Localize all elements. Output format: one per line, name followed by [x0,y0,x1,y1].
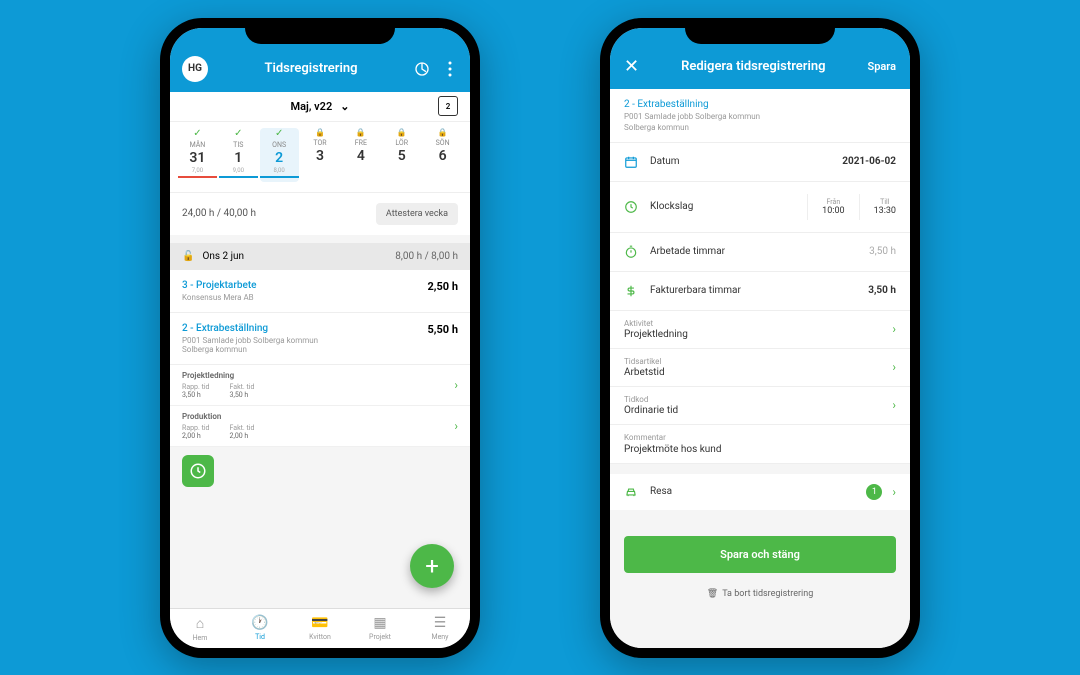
activity-value: Projektledning [624,329,688,340]
day-sön[interactable]: 🔒SÖN6 [423,128,462,182]
phone-notch [245,18,395,44]
calendar-icon [624,155,640,169]
article-row[interactable]: Tidsartikel Arbetstid › [610,349,910,387]
day-ons[interactable]: ✓ONS28,00 [260,128,299,182]
time-entry[interactable]: 2,50 h3 - ProjektarbeteKonsensus Mera AB [170,270,470,313]
calendar-icon[interactable]: 2 [438,96,458,116]
week-label: Maj, v22 [291,100,333,113]
timer-icon [624,245,640,259]
add-button[interactable]: + [410,544,454,588]
content-right: 2 - Extrabeställning P001 Samlade jobb S… [610,89,910,648]
chevron-right-icon: › [892,322,896,336]
project-title: 2 - Extrabeställning [624,99,896,110]
project-info: 2 - Extrabeställning P001 Samlade jobb S… [610,89,910,143]
day-tis[interactable]: ✓TIS19,00 [219,128,258,182]
time-from[interactable]: Från 10:00 [808,194,858,220]
article-value: Arbetstid [624,367,665,378]
phone-left: HG Tidsregistrering Maj, v22 ⌄ 2 ✓MÅN317… [160,18,480,658]
comment-value: Projektmöte hos kund [624,444,896,455]
date-label: Datum [650,156,832,167]
worked-value: 3,50 h [869,246,896,257]
date-value: 2021-06-02 [842,156,896,167]
code-value: Ordinarie tid [624,405,678,416]
content-left: Maj, v22 ⌄ 2 ✓MÅN317,00✓TIS19,00✓ONS28,0… [170,92,470,608]
tab-meny[interactable]: ☰Meny [410,615,470,642]
timer-button[interactable] [182,455,214,487]
avatar[interactable]: HG [182,56,208,82]
trash-icon: 🗑 [707,589,718,599]
day-fre[interactable]: 🔒FRE4 [341,128,380,182]
activity-label: Aktivitet [624,319,688,328]
more-icon[interactable] [442,61,458,77]
page-title: Redigera tidsregistrering [681,59,825,74]
time-entry[interactable]: 5,50 h2 - ExtrabeställningP001 Samlade j… [170,313,470,365]
close-icon[interactable]: ✕ [624,56,639,77]
tabbar: ⌂Hem🕐Tid💳Kvitton▦Projekt☰Meny [170,608,470,648]
page-title: Tidsregistrering [264,61,357,76]
chart-icon[interactable] [414,61,430,77]
activity-row[interactable]: Aktivitet Projektledning › [610,311,910,349]
clock-row[interactable]: Klockslag Från 10:00 Till 13:30 [610,182,910,233]
travel-label: Resa [650,486,856,497]
code-row[interactable]: Tidkod Ordinarie tid › [610,387,910,425]
tab-tid[interactable]: 🕐Tid [230,615,290,642]
day-header-label: Ons 2 jun [202,251,244,262]
clock-icon [624,200,640,214]
date-row[interactable]: Datum 2021-06-02 [610,143,910,182]
billable-value: 3,50 h [868,285,896,296]
week-total: 24,00 h / 40,00 h [182,208,256,219]
worked-row[interactable]: Arbetade timmar 3,50 h [610,233,910,272]
phone-right: ✕ Redigera tidsregistrering Spara 2 - Ex… [600,18,920,658]
save-link[interactable]: Spara [868,60,897,73]
summary-row: 24,00 h / 40,00 h Attestera vecka [170,192,470,235]
billable-label: Fakturerbara timmar [650,285,858,296]
code-label: Tidkod [624,395,678,404]
task-row[interactable]: ProjektledningRapp. tid3,50 hFakt. tid3,… [170,365,470,406]
tab-projekt[interactable]: ▦Projekt [350,615,410,642]
chevron-right-icon: › [892,360,896,374]
day-header-hours: 8,00 h / 8,00 h [395,251,458,262]
week-selector[interactable]: Maj, v22 ⌄ 2 [170,92,470,122]
delete-link[interactable]: 🗑 Ta bort tidsregistrering [610,581,910,607]
task-row[interactable]: ProduktionRapp. tid2,00 hFakt. tid2,00 h… [170,406,470,447]
project-sub1: P001 Samlade jobb Solberga kommun [624,112,896,121]
attest-button[interactable]: Attestera vecka [376,203,458,225]
chevron-right-icon: › [892,398,896,412]
screen-left: HG Tidsregistrering Maj, v22 ⌄ 2 ✓MÅN317… [170,28,470,648]
car-icon [624,485,640,499]
day-header: 🔓 Ons 2 jun 8,00 h / 8,00 h [170,243,470,270]
screen-right: ✕ Redigera tidsregistrering Spara 2 - Ex… [610,28,910,648]
worked-label: Arbetade timmar [650,246,859,257]
day-tor[interactable]: 🔒TOR3 [301,128,340,182]
comment-label: Kommentar [624,433,896,442]
tab-hem[interactable]: ⌂Hem [170,615,230,642]
travel-row[interactable]: Resa 1 › [610,474,910,510]
day-mån[interactable]: ✓MÅN317,00 [178,128,217,182]
save-close-button[interactable]: Spara och stäng [624,536,896,573]
day-lör[interactable]: 🔒LÖR5 [382,128,421,182]
dollar-icon [624,284,640,298]
comment-row[interactable]: Kommentar Projektmöte hos kund [610,425,910,464]
phone-notch [685,18,835,44]
clock-label: Klockslag [650,201,797,212]
chevron-right-icon: › [892,485,896,499]
lock-icon: 🔓 [182,251,194,262]
billable-row[interactable]: Fakturerbara timmar 3,50 h [610,272,910,311]
time-to[interactable]: Till 13:30 [859,194,910,220]
article-label: Tidsartikel [624,357,665,366]
tab-kvitton[interactable]: 💳Kvitton [290,615,350,642]
travel-badge: 1 [866,484,882,500]
days-row: ✓MÅN317,00✓TIS19,00✓ONS28,00🔒TOR3 🔒FRE4 … [170,122,470,192]
chevron-down-icon: ⌄ [340,100,349,113]
project-sub2: Solberga kommun [624,123,896,132]
